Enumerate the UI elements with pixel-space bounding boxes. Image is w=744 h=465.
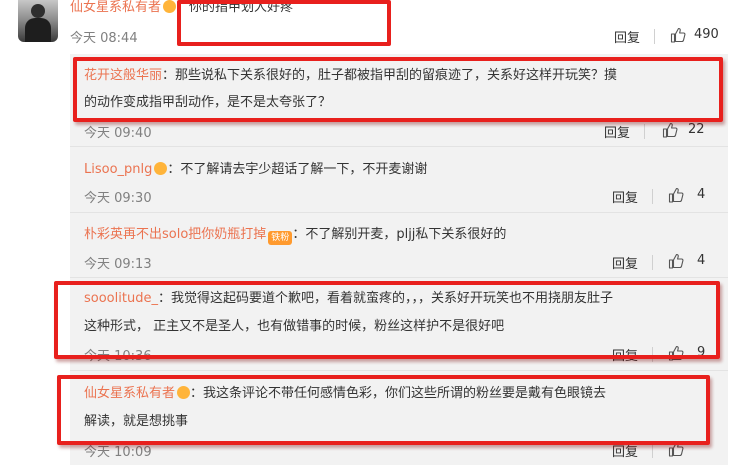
reply-3-time: 今天 09:13 [84, 257, 152, 272]
divider [652, 443, 653, 458]
main-comment-time: 今天 08:44 [70, 31, 138, 46]
thumb-up-icon[interactable] [668, 187, 684, 203]
reply-2-time: 今天 09:30 [84, 191, 152, 206]
fan-level-badge-icon [163, 0, 177, 13]
thumb-up-icon[interactable] [670, 27, 686, 43]
avatar[interactable] [18, 0, 58, 42]
main-comment-reply-button[interactable]: 回复 [614, 27, 640, 46]
divider [652, 189, 653, 204]
reply-3-line1: 朴彩英再不出solo把你奶瓶打掉 铁粉 ：不了解别开麦，pljj私下关系很好的 [84, 227, 507, 245]
thumb-up-icon[interactable] [662, 122, 678, 138]
highlight-box [177, 0, 391, 46]
reply-1-reply-button[interactable]: 回复 [604, 122, 630, 141]
divider [70, 370, 728, 371]
divider [652, 255, 653, 270]
reply-1-like-count: 22 [688, 122, 705, 137]
highlight-box [57, 375, 710, 445]
highlight-box [73, 57, 723, 122]
reply-3-like-count: 4 [697, 253, 706, 268]
reply-1-time: 今天 09:40 [84, 126, 152, 141]
reply-2-line1: Lisoo_pnlg ：不了解请去宇少超话了解一下，不开麦谢谢 [84, 162, 428, 177]
reply-3-reply-button[interactable]: 回复 [612, 253, 638, 272]
divider [654, 29, 655, 44]
divider [70, 212, 728, 213]
thumb-up-icon[interactable] [668, 253, 684, 269]
divider [70, 146, 728, 147]
divider [70, 277, 728, 278]
highlight-box [54, 281, 720, 359]
iron-fan-badge: 铁粉 [268, 231, 293, 245]
reply-2-reply-button[interactable]: 回复 [612, 187, 638, 206]
divider [644, 124, 645, 139]
reply-2-username[interactable]: Lisoo_pnlg [84, 162, 152, 177]
reply-3-username[interactable]: 朴彩英再不出solo把你奶瓶打掉 [84, 227, 266, 242]
fan-level-badge-icon [154, 162, 168, 175]
main-comment-username[interactable]: 仙女星系私有者 [70, 0, 161, 15]
main-comment-like-count: 490 [694, 27, 719, 42]
reply-2-like-count: 4 [697, 187, 706, 202]
